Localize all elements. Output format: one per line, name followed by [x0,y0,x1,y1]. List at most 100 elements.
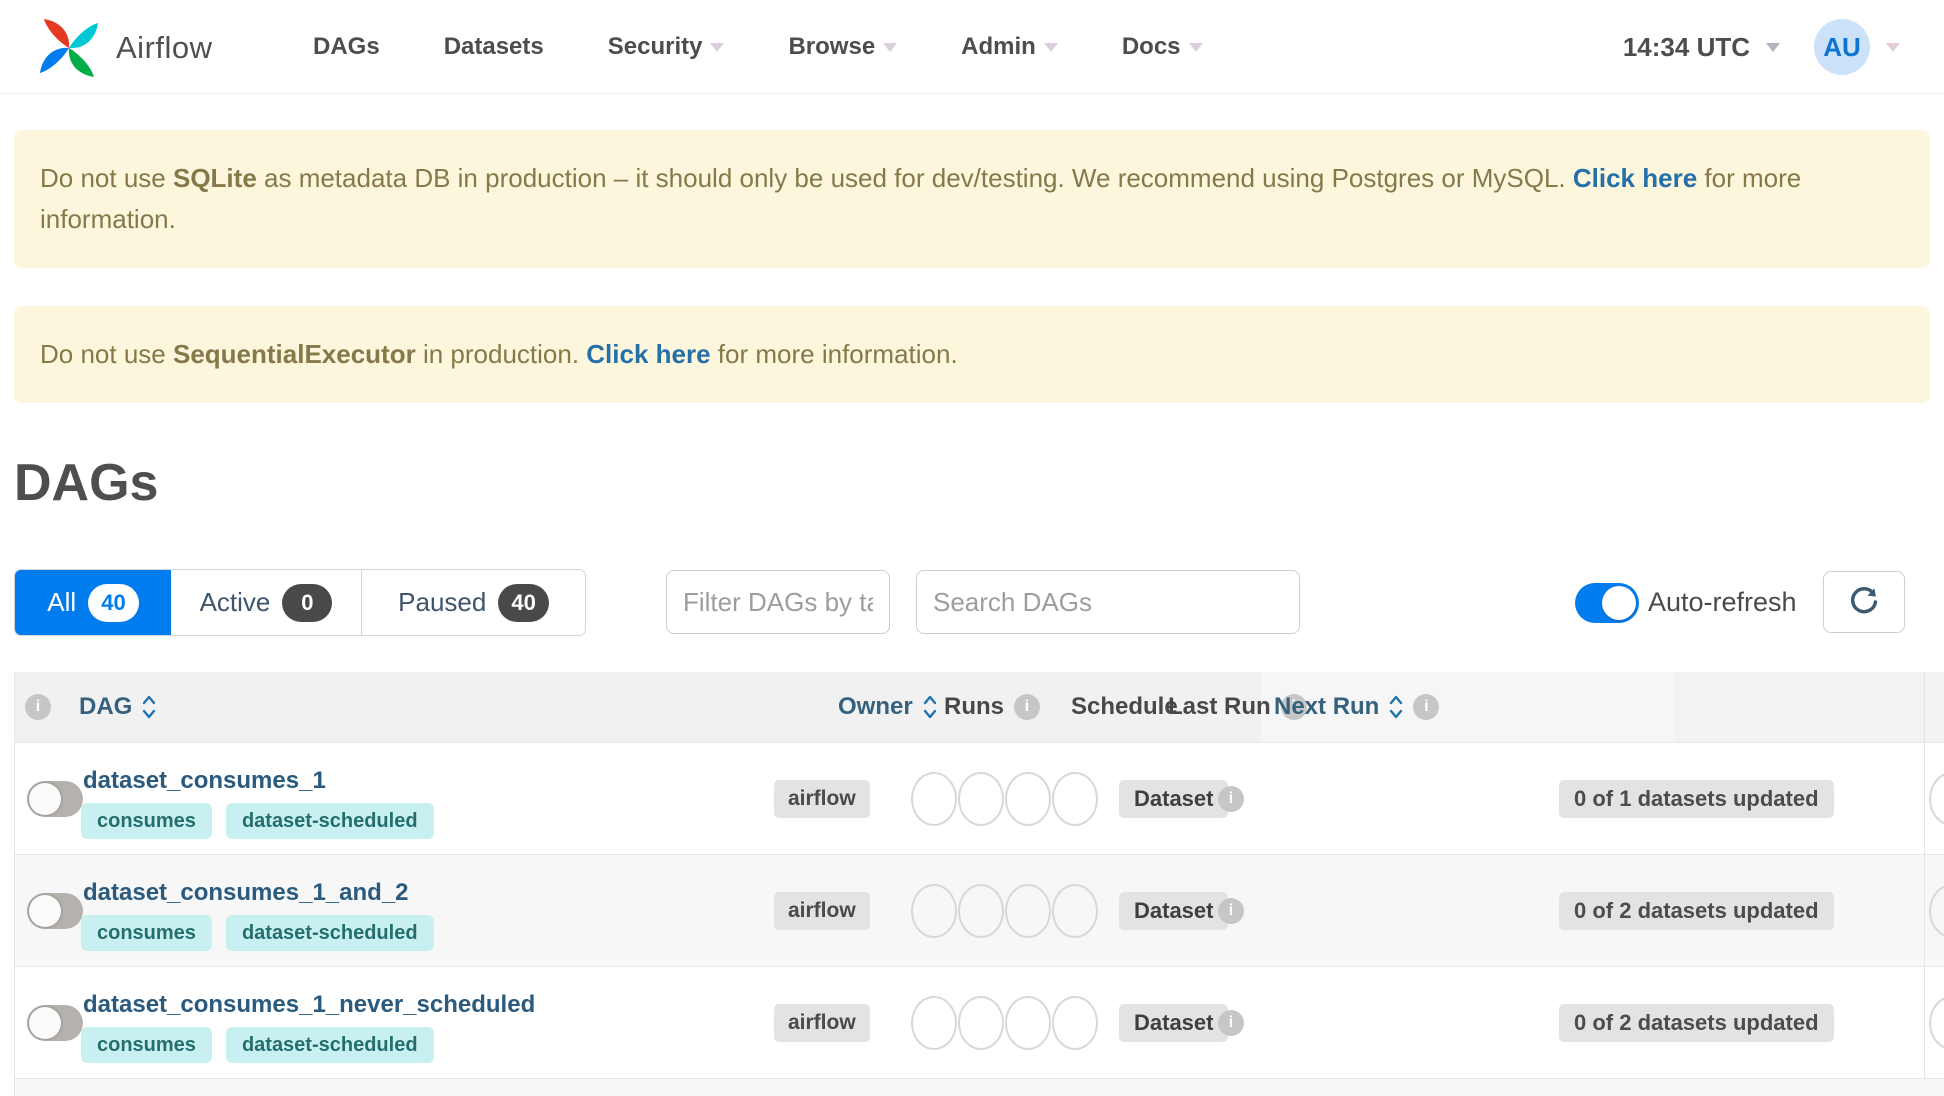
dag-tag[interactable]: dataset-scheduled [225,915,434,951]
run-status-circle[interactable] [911,995,957,1050]
brand-name: Airflow [116,30,213,65]
column-header-dag[interactable]: DAG [79,693,156,721]
next-run-badge: 0 of 2 datasets updated [1559,891,1834,930]
recent-task-circle [1929,771,1944,826]
tab-all[interactable]: All 40 [15,570,171,635]
click-here-link[interactable]: Click here [1573,163,1697,193]
table-row: dataset_consumes_1 consumes dataset-sche… [15,742,1944,854]
chevron-down-icon[interactable] [1766,42,1780,52]
dag-filter-controls: All 40 Active 0 Paused 40 Auto-refresh [14,569,1930,636]
run-status-circle[interactable] [1052,771,1098,826]
info-icon[interactable]: i [1014,694,1040,720]
table-header-row: i DAG Owner Runs i Schedule Last Run i N… [15,672,1944,742]
column-header-owner[interactable]: Owner [838,693,937,721]
toggle-knob [29,783,61,815]
dag-link[interactable]: dataset_consumes_1 [83,767,326,795]
nav-item-docs[interactable]: Docs [1122,33,1203,61]
column-divider [1924,967,1925,1078]
dag-link[interactable]: dataset_consumes_1_and_2 [83,879,409,907]
run-status-circle[interactable] [1005,883,1051,938]
run-status-circle[interactable] [1005,995,1051,1050]
click-here-link[interactable]: Click here [586,339,710,369]
sort-icon [143,695,156,719]
tab-active[interactable]: Active 0 [171,570,361,635]
status-tab-group: All 40 Active 0 Paused 40 [14,569,586,636]
dag-pause-toggle[interactable] [27,1005,83,1041]
warning-banner-sequential-executor: Do not use SequentialExecutor in product… [14,306,1930,403]
run-status-circle[interactable] [1052,995,1098,1050]
owner-badge[interactable]: airflow [774,1003,870,1042]
sort-icon [1390,695,1403,719]
avatar[interactable]: AU [1814,19,1870,75]
table-row: dataset_consumes_1_and_2 consumes datase… [15,854,1944,966]
auto-refresh-toggle[interactable] [1575,583,1639,623]
chevron-down-icon[interactable] [1886,42,1900,52]
run-status-circles [911,883,1098,938]
refresh-icon [1850,587,1878,614]
info-icon[interactable]: i [1413,694,1440,720]
run-status-circle[interactable] [958,883,1004,938]
recent-task-circle [1929,995,1944,1050]
column-header-next-run[interactable]: Next Run i [1274,693,1440,721]
dags-table: i DAG Owner Runs i Schedule Last Run i N… [14,672,1944,1096]
schedule-badge[interactable]: Dataset [1119,1003,1229,1042]
schedule-badge[interactable]: Dataset [1119,779,1229,818]
info-icon[interactable]: i [1218,785,1244,812]
chevron-down-icon [710,42,725,52]
run-status-circle[interactable] [911,771,957,826]
run-status-circle[interactable] [958,995,1004,1050]
run-status-circle[interactable] [958,771,1004,826]
chevron-down-icon [1043,42,1058,52]
column-divider [1924,855,1925,966]
dag-search-input[interactable] [916,570,1300,634]
tag-list: consumes dataset-scheduled [81,915,434,951]
toggle-knob [29,895,61,927]
dag-tag[interactable]: consumes [81,915,212,951]
dag-link[interactable]: dataset_consumes_1_never_scheduled [83,991,535,1019]
refresh-button[interactable] [1823,571,1905,633]
brand[interactable]: Airflow [36,10,213,86]
recent-task-circle [1929,883,1944,938]
all-count-badge: 40 [88,583,139,622]
owner-badge[interactable]: airflow [774,891,870,930]
run-status-circle[interactable] [1052,883,1098,938]
owner-badge[interactable]: airflow [774,779,870,818]
dag-tag[interactable]: dataset-scheduled [225,803,434,839]
column-header-runs: Runs i [944,693,1040,721]
main-menu: DAGs Datasets Security Browse Admin Docs [313,0,1203,94]
paused-count-badge: 40 [498,583,549,622]
toggle-column-info: i [25,694,51,720]
chevron-down-icon [883,42,898,52]
next-row-edge [15,1078,1944,1096]
nav-item-dags[interactable]: DAGs [313,33,380,61]
column-divider [1924,743,1925,854]
column-divider [1924,672,1925,742]
info-icon[interactable]: i [1218,1009,1244,1036]
dag-pause-toggle[interactable] [27,781,83,817]
info-icon[interactable]: i [1218,897,1244,924]
nav-item-browse[interactable]: Browse [788,33,898,61]
right-header-panel [1674,672,1944,742]
dag-tag[interactable]: consumes [81,803,212,839]
nav-item-datasets[interactable]: Datasets [444,33,544,61]
run-status-circles [911,771,1098,826]
emphasis-sqlite: SQLite [172,163,257,193]
dag-tag[interactable]: consumes [81,1027,212,1063]
run-status-circle[interactable] [1005,771,1051,826]
next-run-badge: 0 of 1 datasets updated [1559,779,1834,818]
nav-item-security[interactable]: Security [608,33,725,61]
airflow-pinwheel-logo-icon [39,18,99,78]
info-icon[interactable]: i [25,694,51,720]
tab-paused[interactable]: Paused 40 [361,570,585,635]
dag-pause-toggle[interactable] [27,893,83,929]
tag-list: consumes dataset-scheduled [81,1027,434,1063]
run-status-circles [911,995,1098,1050]
clock-dropdown[interactable]: 14:34 UTC [1623,32,1750,63]
nav-item-admin[interactable]: Admin [961,33,1058,61]
warning-banner-sqlite: Do not use SQLite as metadata DB in prod… [14,130,1930,268]
schedule-badge[interactable]: Dataset [1119,891,1229,930]
chevron-down-icon [1188,42,1203,52]
run-status-circle[interactable] [911,883,957,938]
dag-tag[interactable]: dataset-scheduled [225,1027,434,1063]
tag-filter-input[interactable] [666,570,890,634]
